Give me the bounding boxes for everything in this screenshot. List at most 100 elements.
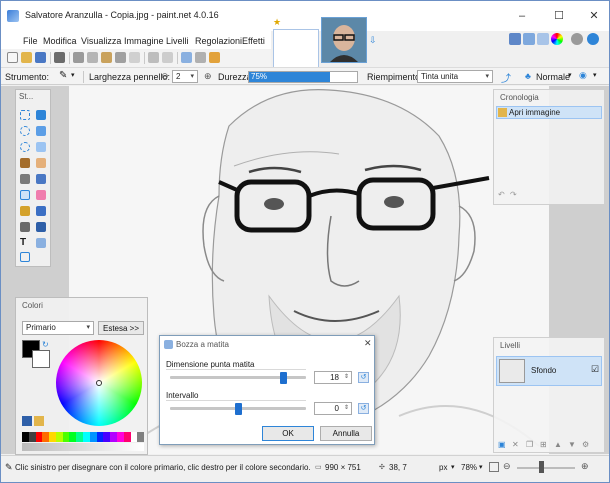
palette-swatch[interactable] [49,432,56,442]
palette-swatch[interactable] [28,432,36,442]
menu-effetti[interactable]: Effetti [242,36,265,46]
duplicate-layer-icon[interactable]: ❐ [526,440,533,449]
close-button[interactable]: ✕ [587,9,601,23]
reset-icon[interactable]: ↺ [358,372,369,383]
reset-icon[interactable]: ↺ [358,403,369,414]
palette-swatch[interactable] [137,432,145,442]
chevron-down-icon[interactable]: ▾ [479,463,483,471]
tip-size-input[interactable]: 18 ⇕ [314,371,352,384]
chevron-down-icon[interactable]: ▾ [593,71,597,79]
add-palette-color-icon[interactable] [34,416,44,426]
antialiasing-icon[interactable]: ⤴ [501,70,511,85]
maximize-button[interactable]: ☐ [552,9,566,23]
palette-swatch[interactable] [83,432,90,442]
print-icon[interactable] [54,52,65,63]
layer-row[interactable]: Sfondo ☑ [496,356,602,386]
color-wheel-cursor[interactable] [96,380,102,386]
zoom-slider-thumb[interactable] [539,461,544,473]
lasso-select-icon[interactable] [20,126,30,136]
palette-swatch[interactable] [116,432,124,442]
palette-swatch[interactable] [123,432,131,442]
palette-swatch[interactable] [96,432,104,442]
undo-history-icon[interactable]: ↶ [498,190,505,199]
deselect-icon[interactable] [129,52,140,63]
more-colors-button[interactable]: Estesa >> [98,321,144,335]
ruler-icon[interactable] [195,52,206,63]
rectangle-select-icon[interactable] [20,110,30,120]
undo-icon[interactable] [148,52,159,63]
palette-swatch[interactable] [42,432,50,442]
zoom-window-icon[interactable] [489,462,499,472]
palette-swatch[interactable] [55,432,63,442]
tip-size-slider-thumb[interactable] [279,372,287,384]
pan-icon[interactable] [36,158,46,168]
blend-mode-value[interactable]: Normale [536,72,570,82]
cancel-button[interactable]: Annulla [320,426,372,441]
menu-modifica[interactable]: Modifica [43,36,77,46]
palette-secondary-row[interactable] [22,443,144,451]
chevron-down-icon[interactable]: ▾ [451,463,455,471]
menu-regolazioni[interactable]: Regolazioni [195,36,242,46]
paint-bucket-icon[interactable] [20,174,30,184]
increase-width-icon[interactable]: ⊕ [204,71,212,82]
cut-icon[interactable] [73,52,84,63]
minimize-button[interactable]: – [515,9,529,23]
history-item[interactable]: Apri immagine [496,106,602,119]
palette-swatch[interactable] [76,432,84,442]
color-wheel[interactable] [56,340,142,426]
swap-colors-icon[interactable]: ↻ [42,340,49,349]
palette-icon[interactable] [22,416,32,426]
color-mode-select[interactable]: Primario ▾ [22,321,94,335]
layer-up-icon[interactable]: ▲ [554,440,562,449]
crop-icon[interactable] [115,52,126,63]
redo-history-icon[interactable]: ↷ [510,190,517,199]
palette-swatch[interactable] [35,432,43,442]
zoom-icon[interactable] [36,142,46,152]
save-icon[interactable] [35,52,46,63]
tabs-dropdown-icon[interactable]: ⇩ [369,35,377,46]
pencil-tool-icon[interactable]: ✎ [59,70,67,81]
range-slider-thumb[interactable] [234,403,242,415]
ellipse-select-icon[interactable] [20,142,30,152]
chevron-down-icon[interactable]: ▾ [71,71,75,79]
recolor-icon[interactable] [36,222,46,232]
grid-icon[interactable] [181,52,192,63]
help-icon[interactable] [587,33,599,45]
eraser-icon[interactable] [36,190,46,200]
tools-window-icon[interactable] [509,33,521,45]
color-picker-icon[interactable] [36,206,46,216]
layer-properties-icon[interactable]: ⚙ [582,440,589,449]
palette-swatch[interactable] [89,432,97,442]
menu-visualizza[interactable]: Visualizza [81,36,121,46]
palette-swatch[interactable] [130,432,138,442]
palette-swatch[interactable] [103,432,111,442]
menu-file[interactable]: File [23,36,38,46]
shapes-icon[interactable] [20,252,30,262]
selection-mode-icon[interactable]: ◉ [579,70,587,81]
text-tool-icon[interactable]: T [20,238,30,248]
settings-tools-icon[interactable] [209,52,220,63]
layers-window-icon[interactable] [537,33,549,45]
layer-down-icon[interactable]: ▼ [568,440,576,449]
pencil-icon[interactable] [20,190,30,200]
delete-layer-icon[interactable]: ✕ [512,440,519,449]
paintbrush-icon[interactable] [20,206,30,216]
gradient-icon[interactable] [36,174,46,184]
open-file-icon[interactable] [21,52,32,63]
ok-button[interactable]: OK [262,426,314,441]
add-layer-icon[interactable]: ▣ [498,440,506,449]
fill-select[interactable]: Tinta unita ▾ [417,70,493,83]
zoom-slider[interactable] [517,467,575,469]
brush-width-select[interactable]: 2 ▾ [172,70,198,83]
menu-immagine[interactable]: Immagine [124,36,164,46]
paste-icon[interactable] [101,52,112,63]
palette-swatch[interactable] [69,432,77,442]
layer-visibility-checkbox[interactable]: ☑ [591,364,599,375]
zoom-value[interactable]: 78% [461,463,477,472]
settings-gear-icon[interactable] [571,33,583,45]
copy-icon[interactable] [87,52,98,63]
zoom-out-icon[interactable]: ⊖ [503,461,511,472]
secondary-color-swatch[interactable] [32,350,50,368]
move-pixels-icon[interactable] [36,126,46,136]
spinner-icon[interactable]: ⇕ [344,372,349,383]
